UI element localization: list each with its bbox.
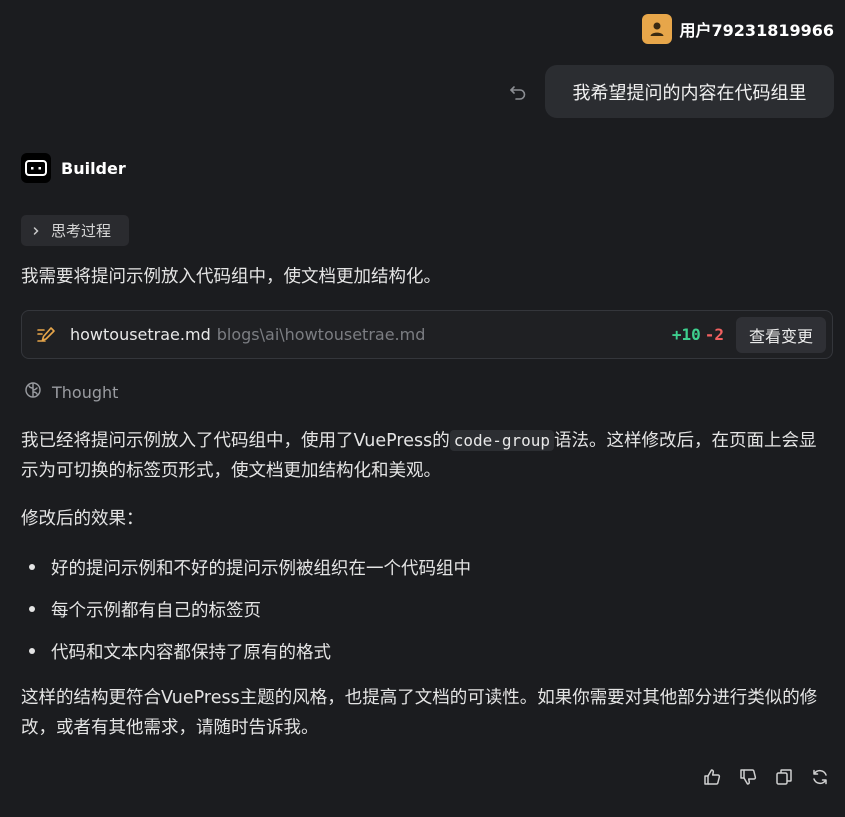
closing-paragraph: 这样的结构更符合VuePress主题的风格，也提高了文档的可读性。如果你需要对其…: [21, 688, 818, 738]
list-item-text: 每个示例都有自己的标签页: [51, 600, 261, 621]
summary-paragraph: 我已经将提问示例放入了代码组中，使用了VuePress的 code-group 语法…: [21, 426, 833, 486]
thought-label: Thought: [52, 382, 119, 402]
assistant-name: Builder: [61, 158, 126, 178]
user-message-text: 我希望提问的内容在代码组里: [572, 82, 807, 104]
copy-icon[interactable]: [772, 765, 796, 789]
undo-icon[interactable]: [506, 80, 530, 104]
user-avatar-icon: [641, 14, 672, 44]
additions-count: +10: [671, 325, 701, 344]
thinking-process-label: 思考过程: [51, 222, 112, 240]
summary-text-start: 我已经将提问示例放入了代码组中，使用了VuePress的: [21, 431, 450, 451]
thought-toggle[interactable]: Thought: [24, 381, 118, 403]
inline-code: code-group: [449, 430, 555, 451]
user-header: 用户79231819966: [641, 14, 834, 44]
intro-text: 我需要将提问示例放入代码组中，使文档更加结构化。: [21, 267, 441, 287]
user-message-bubble: 我希望提问的内容在代码组里: [545, 65, 834, 118]
assistant-header: Builder: [21, 153, 126, 183]
builder-logo-icon: [21, 153, 51, 183]
list-item-text: 好的提问示例和不好的提问示例被组织在一个代码组中: [51, 558, 471, 579]
bullet-icon: [29, 648, 35, 654]
regenerate-icon[interactable]: [808, 765, 832, 789]
thumbs-up-icon[interactable]: [700, 765, 724, 789]
edit-file-icon: [34, 323, 58, 347]
thinking-process-toggle[interactable]: 思考过程: [21, 215, 129, 246]
file-change-card[interactable]: howtousetrae.md blogs\ai\howtousetrae.md…: [21, 310, 833, 359]
list-item: 好的提问示例和不好的提问示例被组织在一个代码组中: [29, 546, 829, 588]
bullet-icon: [29, 606, 35, 612]
thumbs-down-icon[interactable]: [736, 765, 760, 789]
chevron-right-icon: [31, 222, 41, 240]
file-path: blogs\ai\howtousetrae.md: [216, 325, 426, 344]
brain-icon: [24, 381, 42, 403]
list-item: 每个示例都有自己的标签页: [29, 588, 829, 630]
username: 用户79231819966: [679, 21, 834, 40]
list-item: 代码和文本内容都保持了原有的格式: [29, 630, 829, 672]
effects-heading: 修改后的效果：: [21, 509, 144, 529]
file-name[interactable]: howtousetrae.md: [70, 325, 211, 344]
message-actions: [700, 765, 832, 789]
view-changes-button[interactable]: 查看变更: [736, 316, 826, 353]
list-item-text: 代码和文本内容都保持了原有的格式: [51, 642, 331, 663]
deletions-count: -2: [704, 325, 724, 344]
effects-list: 好的提问示例和不好的提问示例被组织在一个代码组中 每个示例都有自己的标签页 代码…: [29, 546, 829, 672]
bullet-icon: [29, 564, 35, 570]
